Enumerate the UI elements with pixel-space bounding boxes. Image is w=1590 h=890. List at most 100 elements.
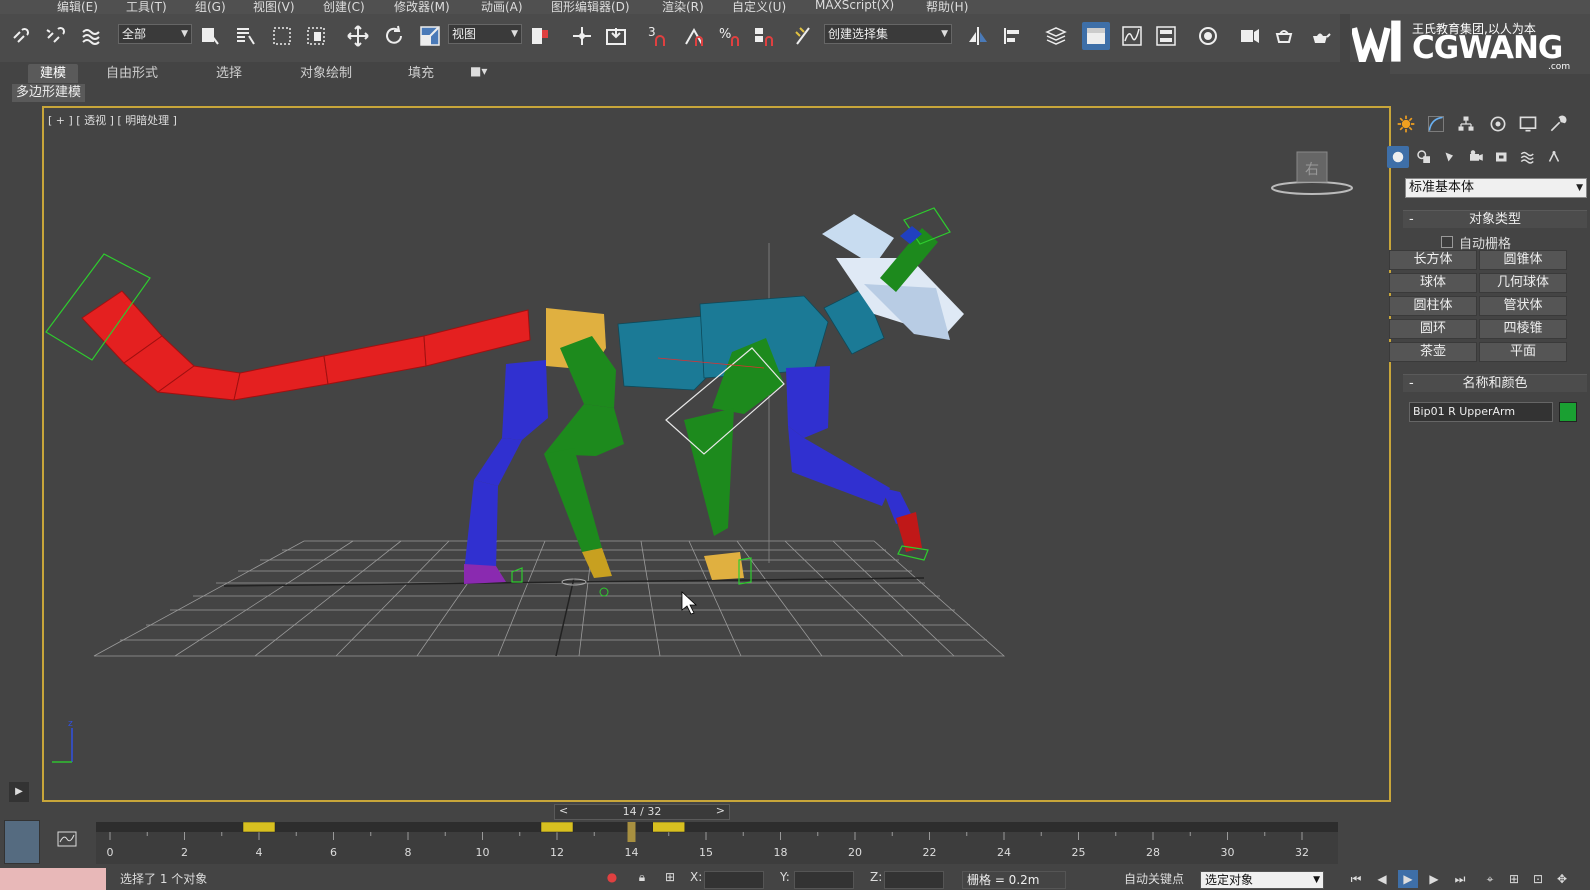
keyboard-shortcut-icon[interactable] — [602, 22, 630, 50]
viewport-label[interactable]: [ + ] [ 透视 ] [ 明暗处理 ] — [48, 112, 177, 128]
menu-modifiers[interactable]: 修改器(M) — [394, 0, 450, 14]
track-bar[interactable]: 0 2 4 6 8 10 12 14 15 18 20 22 24 25 28 30 32 — [96, 822, 1338, 864]
rectangle-region-icon[interactable] — [268, 22, 296, 50]
next-frame-icon[interactable]: ▶︎ — [1424, 870, 1444, 888]
scene-canvas[interactable]: 右 z — [44, 108, 1389, 800]
previous-frame-icon[interactable]: ◀︎ — [1372, 870, 1392, 888]
rotate-icon[interactable] — [380, 22, 408, 50]
menu-edit[interactable]: 编辑(E) — [57, 0, 98, 14]
goto-end-icon[interactable]: ⏭ — [1450, 870, 1470, 888]
object-name-field[interactable]: Bip01 R UpperArm — [1409, 402, 1553, 422]
snap-3d-icon[interactable]: 3 — [644, 22, 672, 50]
scale-icon[interactable] — [416, 22, 444, 50]
polygon-modeling-panel[interactable]: 多边形建模 — [12, 84, 86, 102]
keyframe-marker[interactable] — [540, 822, 574, 833]
selection-lock-icon[interactable]: 🔒︎ — [634, 870, 650, 888]
keyframe-marker[interactable] — [242, 822, 276, 833]
menu-animation[interactable]: 动画(A) — [481, 0, 523, 14]
ribbon-options-icon[interactable]: ■▾ — [470, 64, 487, 78]
goto-start-icon[interactable]: ⏮ — [1346, 870, 1366, 888]
viewcube[interactable]: 右 — [1271, 151, 1353, 195]
edit-named-selection-icon[interactable] — [790, 22, 818, 50]
use-pivot-center-icon[interactable] — [526, 22, 554, 50]
layer-manager-icon[interactable] — [1042, 22, 1070, 50]
helpers-icon[interactable] — [1491, 146, 1513, 168]
move-icon[interactable] — [344, 22, 372, 50]
keyframe-marker[interactable] — [652, 822, 685, 833]
time-slider-next-icon[interactable]: > — [716, 804, 725, 817]
manipulate-icon[interactable] — [568, 22, 596, 50]
selection-filter-dropdown[interactable]: 全部 ▼ — [118, 24, 192, 44]
key-mode-dropdown[interactable]: 选定对象 ▼ — [1200, 871, 1324, 889]
systems-icon[interactable] — [1543, 146, 1565, 168]
z-coordinate-field[interactable] — [884, 871, 944, 889]
shapes-icon[interactable] — [1413, 146, 1435, 168]
mini-curve-toggle-button[interactable] — [4, 820, 40, 864]
zoom-region-icon[interactable]: ⊡ — [1528, 870, 1548, 888]
play-icon[interactable]: ▶ — [1398, 870, 1418, 888]
pyramid-button[interactable]: 四棱锥 — [1479, 319, 1567, 339]
pan-view-icon[interactable]: ✥ — [1552, 870, 1572, 888]
menu-tools[interactable]: 工具(T) — [126, 0, 167, 14]
tube-button[interactable]: 管状体 — [1479, 296, 1567, 316]
torus-button[interactable]: 圆环 — [1389, 319, 1477, 339]
name-and-color-rollout[interactable]: - 名称和颜色 — [1403, 374, 1587, 392]
auto-key-button[interactable]: 自动关键点 — [1124, 870, 1184, 887]
key-mode-toggle-icon[interactable]: ⌖ — [1480, 870, 1500, 888]
link-icon[interactable] — [8, 22, 36, 50]
perspective-viewport[interactable]: 右 z [ + ] [ 透视 ] [ 明暗处理 ] — [42, 106, 1391, 802]
utilities-tab-icon[interactable] — [1545, 112, 1571, 136]
primitive-category-dropdown[interactable]: 标准基本体 ▼ — [1405, 178, 1587, 198]
lights-icon[interactable] — [1439, 146, 1461, 168]
spinner-snap-icon[interactable] — [750, 22, 778, 50]
named-selection-dropdown[interactable]: 创建选择集 ▼ — [824, 24, 952, 44]
spacewarps-icon[interactable] — [1517, 146, 1539, 168]
maxscript-listener[interactable] — [0, 868, 106, 890]
x-coordinate-field[interactable] — [704, 871, 764, 889]
curve-editor-icon[interactable] — [1118, 22, 1146, 50]
zoom-extents-icon[interactable]: ⊞ — [1504, 870, 1524, 888]
tab-selection[interactable]: 选择 — [204, 64, 254, 83]
box-button[interactable]: 长方体 — [1389, 250, 1477, 270]
create-tab-icon[interactable] — [1393, 112, 1419, 136]
motion-tab-icon[interactable] — [1485, 112, 1511, 136]
display-tab-icon[interactable] — [1515, 112, 1541, 136]
unlink-icon[interactable] — [42, 22, 70, 50]
schematic-view-icon[interactable] — [1152, 22, 1180, 50]
geosphere-button[interactable]: 几何球体 — [1479, 273, 1567, 293]
select-object-icon[interactable] — [196, 22, 224, 50]
cylinder-button[interactable]: 圆柱体 — [1389, 296, 1477, 316]
mirror-icon[interactable] — [964, 22, 992, 50]
teapot-button[interactable]: 茶壶 — [1389, 342, 1477, 362]
menu-create[interactable]: 创建(C) — [323, 0, 365, 14]
menu-customize[interactable]: 自定义(U) — [732, 0, 786, 14]
percent-snap-icon[interactable]: % — [716, 22, 744, 50]
tab-populate[interactable]: 填充 — [396, 64, 446, 83]
isolate-selection-icon[interactable]: ● — [604, 870, 620, 888]
time-slider-thumb[interactable]: < 14 / 32 > — [554, 804, 730, 820]
cameras-icon[interactable] — [1465, 146, 1487, 168]
curve-editor-mini-icon[interactable] — [56, 830, 78, 848]
angle-snap-icon[interactable] — [680, 22, 708, 50]
time-slider[interactable]: < 14 / 32 > — [42, 804, 1391, 820]
geometry-icon[interactable] — [1387, 146, 1409, 168]
select-by-name-icon[interactable] — [232, 22, 260, 50]
render-teapot-icon[interactable] — [1306, 22, 1334, 50]
expand-arrow-icon[interactable]: ▶ — [9, 782, 29, 802]
tab-modeling[interactable]: 建模 — [28, 64, 79, 83]
tab-freeform[interactable]: 自由形式 — [94, 64, 170, 83]
menu-maxscript[interactable]: MAXScript(X) — [815, 0, 894, 12]
menu-group[interactable]: 组(G) — [195, 0, 226, 14]
cone-button[interactable]: 圆锥体 — [1479, 250, 1567, 270]
plane-button[interactable]: 平面 — [1479, 342, 1567, 362]
hierarchy-tab-icon[interactable] — [1453, 112, 1479, 136]
object-color-swatch[interactable] — [1559, 402, 1577, 422]
menu-views[interactable]: 视图(V) — [253, 0, 295, 14]
render-setup-icon[interactable] — [1236, 22, 1264, 50]
menu-help[interactable]: 帮助(H) — [926, 0, 968, 14]
transform-mode-icon[interactable]: ⊞ — [662, 870, 678, 888]
sphere-button[interactable]: 球体 — [1389, 273, 1477, 293]
tab-object-paint[interactable]: 对象绘制 — [288, 64, 364, 83]
window-crossing-icon[interactable] — [302, 22, 330, 50]
align-icon[interactable] — [1000, 22, 1028, 50]
